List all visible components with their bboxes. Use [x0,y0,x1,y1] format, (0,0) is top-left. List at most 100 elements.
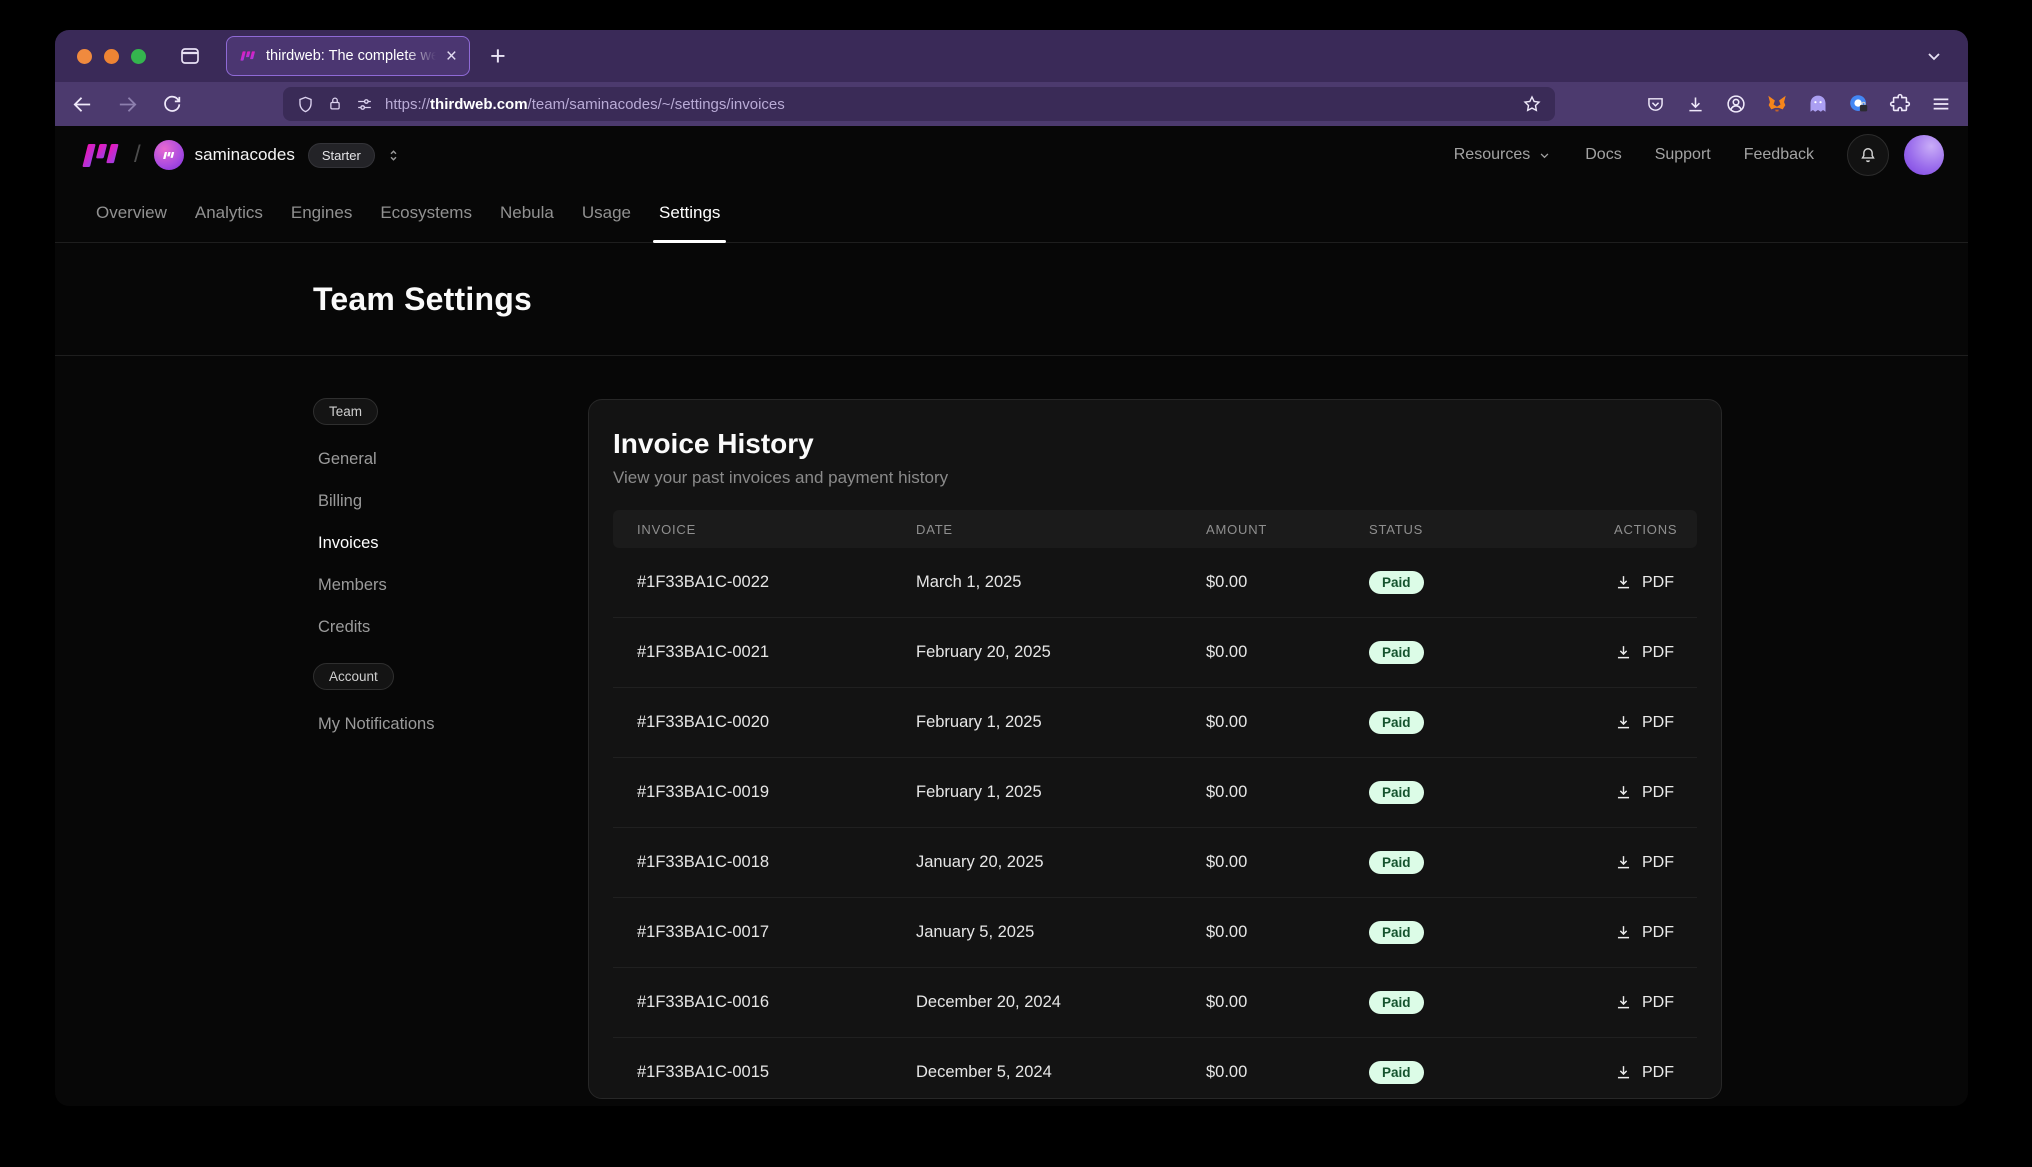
table-row: #1F33BA1C-0018January 20, 2025$0.00PaidP… [613,828,1697,898]
download-pdf-button[interactable]: PDF [1614,713,1702,732]
tab-nebula[interactable]: Nebula [489,184,565,242]
invoice-status-cell: Paid [1369,641,1614,664]
invoice-status-cell: Paid [1369,1061,1614,1084]
back-icon[interactable] [71,93,94,116]
header-link-docs[interactable]: Docs [1585,146,1621,164]
download-pdf-button[interactable]: PDF [1614,573,1702,592]
status-badge-paid: Paid [1369,991,1424,1014]
sidebar-item-my-notifications[interactable]: My Notifications [313,703,558,745]
page-title: Team Settings [313,281,532,318]
download-pdf-icon [1614,783,1633,802]
table-row: #1F33BA1C-0020February 1, 2025$0.00PaidP… [613,688,1697,758]
invoice-date-cell: December 20, 2024 [916,993,1206,1012]
tab-engines[interactable]: Engines [280,184,363,242]
status-badge-paid: Paid [1369,571,1424,594]
url-domain: thirdweb.com [430,96,528,113]
column-header-amount: AMOUNT [1206,522,1369,537]
menu-hamburger-icon[interactable] [1930,93,1952,115]
invoice-id-cell: #1F33BA1C-0021 [613,643,916,662]
download-icon[interactable] [1685,94,1706,115]
download-pdf-button[interactable]: PDF [1614,783,1702,802]
table-row: #1F33BA1C-0017January 5, 2025$0.00PaidPD… [613,898,1697,968]
header-link-support[interactable]: Support [1655,146,1711,164]
extensions-puzzle-icon[interactable] [1889,93,1911,115]
thirdweb-logo[interactable] [79,142,121,169]
invoice-id-cell: #1F33BA1C-0022 [613,573,916,592]
invoice-actions-cell: PDF [1614,923,1702,942]
sidebar-group-badge-team: Team [313,398,378,425]
download-pdf-button[interactable]: PDF [1614,643,1702,662]
tab-list-chevron-icon[interactable] [1922,44,1946,68]
sidebar-item-general[interactable]: General [313,438,558,480]
column-header-invoice: INVOICE [613,522,916,537]
download-pdf-button[interactable]: PDF [1614,923,1702,942]
reload-icon[interactable] [161,93,183,115]
tracking-shield-icon[interactable] [296,95,315,114]
new-tab-button[interactable]: + [490,43,506,70]
toolbar-extensions-area [1645,93,1952,115]
app-header: / saminacodes Starter [55,126,1968,184]
header-link-resources[interactable]: Resources [1454,146,1552,164]
header-link-feedback[interactable]: Feedback [1744,146,1814,164]
invoice-status-cell: Paid [1369,921,1614,944]
invoice-id-cell: #1F33BA1C-0020 [613,713,916,732]
invoice-amount-cell: $0.00 [1206,713,1369,732]
thirdweb-page: / saminacodes Starter [55,126,1968,1106]
status-badge-paid: Paid [1369,711,1424,734]
url-path: /team/saminacodes/~/settings/invoices [528,96,785,113]
sidebar-item-invoices[interactable]: Invoices [313,522,558,564]
invoice-amount-cell: $0.00 [1206,923,1369,942]
settings-content: Team GeneralBillingInvoicesMembersCredits… [55,356,1968,1106]
traffic-light-1[interactable] [77,49,92,64]
tab-overview[interactable]: Overview [85,184,178,242]
invoice-history-card: Invoice History View your past invoices … [588,399,1722,1099]
tab-analytics[interactable]: Analytics [184,184,274,242]
browser-tab-active[interactable]: thirdweb: The complete web3 d × [226,36,470,76]
tab-close-icon[interactable]: × [446,47,457,66]
breadcrumb-separator: / [134,141,141,169]
header-link-label: Docs [1585,146,1621,164]
forward-icon[interactable] [116,93,139,116]
invoice-amount-cell: $0.00 [1206,573,1369,592]
tab-usage[interactable]: Usage [571,184,642,242]
url-text: https://thirdweb.com/team/saminacodes/~/… [385,96,785,113]
invoice-status-cell: Paid [1369,781,1614,804]
invoice-actions-cell: PDF [1614,573,1702,592]
team-switcher-chevrons-icon[interactable] [385,147,402,164]
sidebar-item-credits[interactable]: Credits [313,606,558,648]
notifications-bell-button[interactable] [1847,134,1889,176]
account-icon[interactable] [1725,93,1747,115]
traffic-light-3[interactable] [131,49,146,64]
sidebar-item-billing[interactable]: Billing [313,480,558,522]
tab-settings[interactable]: Settings [648,184,731,242]
bookmark-star-icon[interactable] [1522,94,1542,114]
pdf-button-label: PDF [1642,1064,1674,1082]
invoice-actions-cell: PDF [1614,993,1702,1012]
permissions-icon[interactable] [355,95,374,114]
invoice-date-cell: January 5, 2025 [916,923,1206,942]
invoice-amount-cell: $0.00 [1206,993,1369,1012]
invoice-id-cell: #1F33BA1C-0016 [613,993,916,1012]
table-row: #1F33BA1C-0015December 5, 2024$0.00PaidP… [613,1038,1697,1099]
traffic-light-2[interactable] [104,49,119,64]
tab-ecosystems[interactable]: Ecosystems [369,184,483,242]
lock-icon[interactable] [326,95,344,113]
table-row: #1F33BA1C-0019February 1, 2025$0.00PaidP… [613,758,1697,828]
password-manager-icon[interactable] [1848,93,1870,115]
header-links: Resources Docs Support Feedback [1454,134,1944,176]
team-avatar[interactable] [154,140,184,170]
metamask-fox-icon[interactable] [1766,93,1788,115]
download-pdf-button[interactable]: PDF [1614,853,1702,872]
firefox-view-icon[interactable] [178,44,202,68]
invoice-id-cell: #1F33BA1C-0015 [613,1063,916,1082]
download-pdf-button[interactable]: PDF [1614,993,1702,1012]
sidebar-item-members[interactable]: Members [313,564,558,606]
phantom-ghost-icon[interactable] [1807,93,1829,115]
pdf-button-label: PDF [1642,714,1674,732]
pocket-icon[interactable] [1645,94,1666,115]
user-avatar[interactable] [1904,135,1944,175]
pdf-button-label: PDF [1642,644,1674,662]
team-name[interactable]: saminacodes [195,145,295,165]
download-pdf-button[interactable]: PDF [1614,1063,1702,1082]
url-bar[interactable]: https://thirdweb.com/team/saminacodes/~/… [283,87,1555,121]
